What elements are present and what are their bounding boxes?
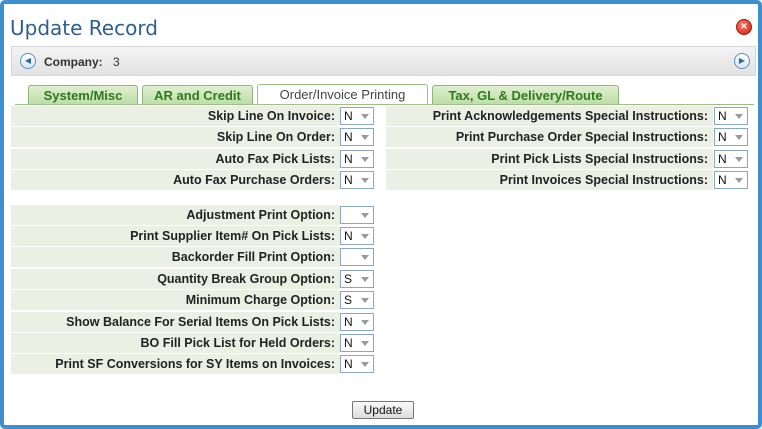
select-value: N <box>344 130 353 144</box>
select-value: N <box>344 357 353 371</box>
adjustment-print-option-select[interactable] <box>340 206 374 224</box>
company-bar: ◀ Company: 3 ▶ <box>11 46 756 76</box>
update-record-dialog: Update Record × ◀ Company: 3 ▶ System/Mi… <box>0 0 762 429</box>
print-purchase-order-special-instructions-select[interactable]: N <box>714 128 748 146</box>
tab-tax-gl-delivery-route[interactable]: Tax, GL & Delivery/Route <box>432 85 619 104</box>
select-value: N <box>344 336 353 350</box>
chevron-down-icon <box>361 135 369 140</box>
field-row: Backorder Fill Print Option: <box>11 247 340 267</box>
field-row: BO Fill Pick List for Held Orders: <box>11 333 340 353</box>
print-acknowledgements-special-instructions-select[interactable]: N <box>714 107 748 125</box>
quantity-break-group-option-select[interactable]: S <box>340 270 374 288</box>
field-label: Auto Fax Purchase Orders: <box>173 173 335 187</box>
skip-line-on-order-select[interactable]: N <box>340 128 374 146</box>
company-label: Company: <box>44 55 103 69</box>
field-label: Show Balance For Serial Items On Pick Li… <box>66 315 335 329</box>
field-row: Show Balance For Serial Items On Pick Li… <box>11 312 340 332</box>
chevron-down-icon <box>735 114 743 119</box>
chevron-down-icon <box>735 178 743 183</box>
field-label: Skip Line On Order: <box>216 130 335 144</box>
field-label: Print Acknowledgements Special Instructi… <box>432 109 708 123</box>
select-value: N <box>718 109 727 123</box>
field-label: Print Invoices Special Instructions: <box>499 173 708 187</box>
field-label: Print Supplier Item# On Pick Lists: <box>130 229 335 243</box>
field-row: Adjustment Print Option: <box>11 205 340 225</box>
print-supplier-item-on-pick-lists-select[interactable]: N <box>340 227 374 245</box>
field-label: Print SF Conversions for SY Items on Inv… <box>55 357 335 371</box>
print-pick-lists-special-instructions-select[interactable]: N <box>714 150 748 168</box>
chevron-down-icon <box>361 213 369 218</box>
auto-fax-purchase-orders-select[interactable]: N <box>340 171 374 189</box>
select-value: N <box>344 109 353 123</box>
chevron-down-icon <box>361 157 369 162</box>
chevron-down-icon <box>361 362 369 367</box>
chevron-down-icon <box>735 135 743 140</box>
chevron-down-icon <box>361 341 369 346</box>
arrow-right-icon[interactable]: ▶ <box>734 53 750 69</box>
field-label: Quantity Break Group Option: <box>157 272 335 286</box>
chevron-down-icon <box>361 178 369 183</box>
close-icon[interactable]: × <box>736 19 752 35</box>
show-balance-serial-items-select[interactable]: N <box>340 313 374 331</box>
field-label: Print Pick Lists Special Instructions: <box>491 152 708 166</box>
select-value: N <box>344 173 353 187</box>
field-row: Print Supplier Item# On Pick Lists: <box>11 226 340 246</box>
arrow-left-icon[interactable]: ◀ <box>20 53 36 69</box>
field-label: Adjustment Print Option: <box>186 208 335 222</box>
tab-system-misc[interactable]: System/Misc <box>28 85 138 104</box>
chevron-down-icon <box>361 320 369 325</box>
field-row: Auto Fax Purchase Orders: <box>11 170 340 190</box>
chevron-down-icon <box>361 234 369 239</box>
print-sf-conversions-select[interactable]: N <box>340 355 374 373</box>
tab-strip-border <box>15 104 754 105</box>
dialog-title: Update Record <box>10 16 158 40</box>
field-row: Auto Fax Pick Lists: <box>11 149 340 169</box>
select-value: N <box>344 315 353 329</box>
field-row: Skip Line On Invoice: <box>11 106 340 126</box>
field-label: Backorder Fill Print Option: <box>171 250 335 264</box>
field-row: Print Acknowledgements Special Instructi… <box>386 106 713 126</box>
backorder-fill-print-option-select[interactable] <box>340 248 374 266</box>
select-value: S <box>344 293 353 307</box>
chevron-down-icon <box>361 255 369 260</box>
field-label: Minimum Charge Option: <box>185 293 335 307</box>
field-row: Quantity Break Group Option: <box>11 269 340 289</box>
update-button[interactable]: Update <box>352 401 414 419</box>
company-value: 3 <box>113 55 120 69</box>
skip-line-on-invoice-select[interactable]: N <box>340 107 374 125</box>
chevron-down-icon <box>361 277 369 282</box>
select-value: N <box>718 173 727 187</box>
field-label: Auto Fax Pick Lists: <box>215 152 335 166</box>
chevron-down-icon <box>361 298 369 303</box>
field-row: Print Purchase Order Special Instruction… <box>386 127 713 147</box>
field-label: BO Fill Pick List for Held Orders: <box>140 336 335 350</box>
select-value: N <box>718 130 727 144</box>
tab-ar-and-credit[interactable]: AR and Credit <box>142 85 253 104</box>
field-row: Print Pick Lists Special Instructions: <box>386 149 713 169</box>
minimum-charge-option-select[interactable]: S <box>340 291 374 309</box>
tab-order-invoice-printing[interactable]: Order/Invoice Printing <box>257 84 428 105</box>
select-value: N <box>718 152 727 166</box>
field-label: Print Purchase Order Special Instruction… <box>455 130 708 144</box>
field-row: Print Invoices Special Instructions: <box>386 170 713 190</box>
auto-fax-pick-lists-select[interactable]: N <box>340 150 374 168</box>
select-value: N <box>344 152 353 166</box>
field-row: Minimum Charge Option: <box>11 290 340 310</box>
chevron-down-icon <box>735 157 743 162</box>
bo-fill-pick-list-held-orders-select[interactable]: N <box>340 334 374 352</box>
field-label: Skip Line On Invoice: <box>207 109 335 123</box>
print-invoices-special-instructions-select[interactable]: N <box>714 171 748 189</box>
field-row: Skip Line On Order: <box>11 127 340 147</box>
select-value: N <box>344 229 353 243</box>
chevron-down-icon <box>361 114 369 119</box>
field-row: Print SF Conversions for SY Items on Inv… <box>11 354 340 374</box>
select-value: S <box>344 272 353 286</box>
